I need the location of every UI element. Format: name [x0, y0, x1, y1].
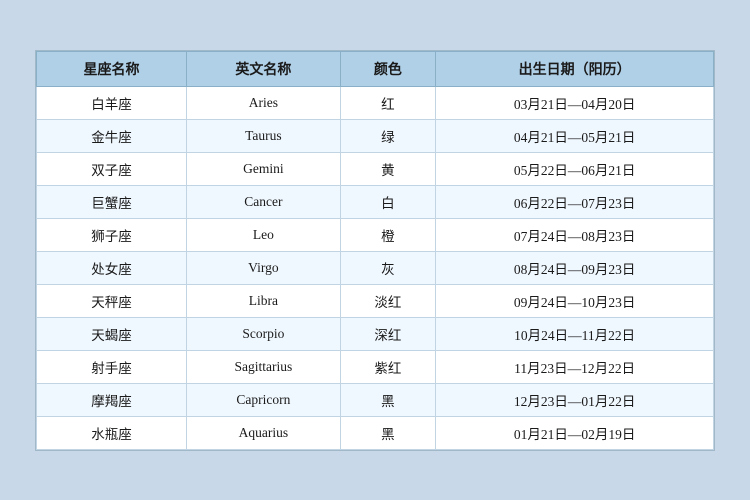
- cell-color: 淡红: [340, 284, 436, 317]
- cell-dates: 04月21日—05月21日: [436, 119, 714, 152]
- table-row: 水瓶座Aquarius黑01月21日—02月19日: [37, 416, 714, 449]
- cell-dates: 06月22日—07月23日: [436, 185, 714, 218]
- cell-dates: 05月22日—06月21日: [436, 152, 714, 185]
- cell-chinese-name: 天蝎座: [37, 317, 187, 350]
- cell-chinese-name: 狮子座: [37, 218, 187, 251]
- cell-chinese-name: 天秤座: [37, 284, 187, 317]
- table-row: 白羊座Aries红03月21日—04月20日: [37, 86, 714, 119]
- cell-english-name: Gemini: [187, 152, 341, 185]
- cell-color: 黄: [340, 152, 436, 185]
- cell-chinese-name: 摩羯座: [37, 383, 187, 416]
- cell-english-name: Taurus: [187, 119, 341, 152]
- header-color: 颜色: [340, 51, 436, 86]
- cell-english-name: Leo: [187, 218, 341, 251]
- cell-english-name: Scorpio: [187, 317, 341, 350]
- cell-chinese-name: 巨蟹座: [37, 185, 187, 218]
- zodiac-table-container: 星座名称 英文名称 颜色 出生日期（阳历） 白羊座Aries红03月21日—04…: [35, 50, 715, 451]
- cell-dates: 07月24日—08月23日: [436, 218, 714, 251]
- cell-chinese-name: 双子座: [37, 152, 187, 185]
- table-row: 双子座Gemini黄05月22日—06月21日: [37, 152, 714, 185]
- table-row: 摩羯座Capricorn黑12月23日—01月22日: [37, 383, 714, 416]
- table-row: 巨蟹座Cancer白06月22日—07月23日: [37, 185, 714, 218]
- zodiac-table: 星座名称 英文名称 颜色 出生日期（阳历） 白羊座Aries红03月21日—04…: [36, 51, 714, 450]
- cell-color: 黑: [340, 416, 436, 449]
- table-body: 白羊座Aries红03月21日—04月20日金牛座Taurus绿04月21日—0…: [37, 86, 714, 449]
- cell-english-name: Virgo: [187, 251, 341, 284]
- cell-color: 紫红: [340, 350, 436, 383]
- cell-english-name: Cancer: [187, 185, 341, 218]
- cell-chinese-name: 白羊座: [37, 86, 187, 119]
- cell-dates: 09月24日—10月23日: [436, 284, 714, 317]
- cell-dates: 10月24日—11月22日: [436, 317, 714, 350]
- cell-chinese-name: 金牛座: [37, 119, 187, 152]
- table-row: 射手座Sagittarius紫红11月23日—12月22日: [37, 350, 714, 383]
- cell-color: 灰: [340, 251, 436, 284]
- cell-color: 深红: [340, 317, 436, 350]
- cell-color: 绿: [340, 119, 436, 152]
- table-row: 处女座Virgo灰08月24日—09月23日: [37, 251, 714, 284]
- cell-color: 橙: [340, 218, 436, 251]
- table-header-row: 星座名称 英文名称 颜色 出生日期（阳历）: [37, 51, 714, 86]
- cell-dates: 11月23日—12月22日: [436, 350, 714, 383]
- table-row: 天秤座Libra淡红09月24日—10月23日: [37, 284, 714, 317]
- cell-dates: 08月24日—09月23日: [436, 251, 714, 284]
- cell-dates: 01月21日—02月19日: [436, 416, 714, 449]
- cell-english-name: Aries: [187, 86, 341, 119]
- cell-english-name: Libra: [187, 284, 341, 317]
- cell-chinese-name: 水瓶座: [37, 416, 187, 449]
- table-row: 狮子座Leo橙07月24日—08月23日: [37, 218, 714, 251]
- header-english-name: 英文名称: [187, 51, 341, 86]
- cell-english-name: Aquarius: [187, 416, 341, 449]
- cell-color: 白: [340, 185, 436, 218]
- header-chinese-name: 星座名称: [37, 51, 187, 86]
- table-row: 金牛座Taurus绿04月21日—05月21日: [37, 119, 714, 152]
- cell-dates: 12月23日—01月22日: [436, 383, 714, 416]
- table-row: 天蝎座Scorpio深红10月24日—11月22日: [37, 317, 714, 350]
- cell-color: 黑: [340, 383, 436, 416]
- cell-chinese-name: 射手座: [37, 350, 187, 383]
- cell-dates: 03月21日—04月20日: [436, 86, 714, 119]
- cell-english-name: Capricorn: [187, 383, 341, 416]
- cell-english-name: Sagittarius: [187, 350, 341, 383]
- cell-color: 红: [340, 86, 436, 119]
- cell-chinese-name: 处女座: [37, 251, 187, 284]
- header-dates: 出生日期（阳历）: [436, 51, 714, 86]
